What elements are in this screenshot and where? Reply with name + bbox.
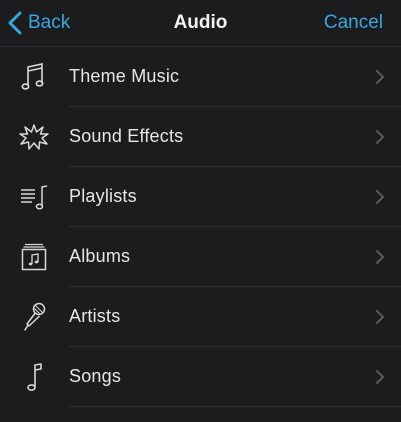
chevron-right-icon — [376, 310, 384, 324]
list-item-label: Albums — [69, 246, 131, 266]
list-item-label: Artists — [69, 306, 121, 326]
cancel-button[interactable]: Cancel — [324, 12, 383, 34]
list-item-label: Theme Music — [69, 66, 180, 86]
playlist-icon — [18, 181, 50, 213]
audio-source-list: Theme Music Sound Effects Playlists Albu… — [0, 47, 401, 407]
microphone-icon — [18, 301, 50, 333]
chevron-right-icon — [376, 190, 384, 204]
chevron-right-icon — [376, 370, 384, 384]
list-item-artists[interactable]: Artists — [0, 287, 401, 347]
navigation-bar: Back Audio Cancel — [0, 0, 401, 47]
list-item-playlists[interactable]: Playlists — [0, 167, 401, 227]
list-item-theme-music[interactable]: Theme Music — [0, 47, 401, 107]
separator — [69, 406, 401, 407]
chevron-right-icon — [376, 70, 384, 84]
chevron-right-icon — [376, 130, 384, 144]
list-item-songs[interactable]: Songs — [0, 347, 401, 407]
music-notes-icon — [18, 61, 50, 93]
list-item-label: Songs — [69, 366, 122, 386]
list-item-label: Sound Effects — [69, 126, 184, 146]
starburst-icon — [18, 121, 50, 153]
list-item-sound-effects[interactable]: Sound Effects — [0, 107, 401, 167]
list-item-albums[interactable]: Albums — [0, 227, 401, 287]
music-note-icon — [18, 361, 50, 393]
chevron-right-icon — [376, 250, 384, 264]
list-item-label: Playlists — [69, 186, 137, 206]
album-icon — [18, 241, 50, 273]
